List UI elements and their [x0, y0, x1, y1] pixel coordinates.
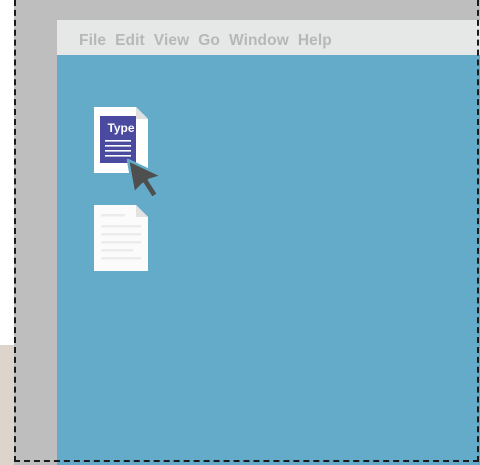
type-document-icon[interactable]: [94, 107, 148, 173]
screen-canvas: File Edit View Go Window Help Type: [0, 0, 480, 465]
menu-view[interactable]: View: [154, 26, 189, 50]
menu-file[interactable]: File: [79, 26, 106, 50]
document-icon: [94, 107, 148, 173]
document-icon: [94, 205, 148, 271]
menu-bar: File Edit View Go Window Help: [57, 20, 480, 55]
blank-document-icon[interactable]: [94, 205, 148, 271]
menu-go[interactable]: Go: [198, 26, 220, 50]
menu-edit[interactable]: Edit: [115, 26, 145, 50]
menu-help[interactable]: Help: [298, 26, 332, 50]
menu-window[interactable]: Window: [229, 26, 289, 50]
background-strip: [0, 345, 14, 465]
